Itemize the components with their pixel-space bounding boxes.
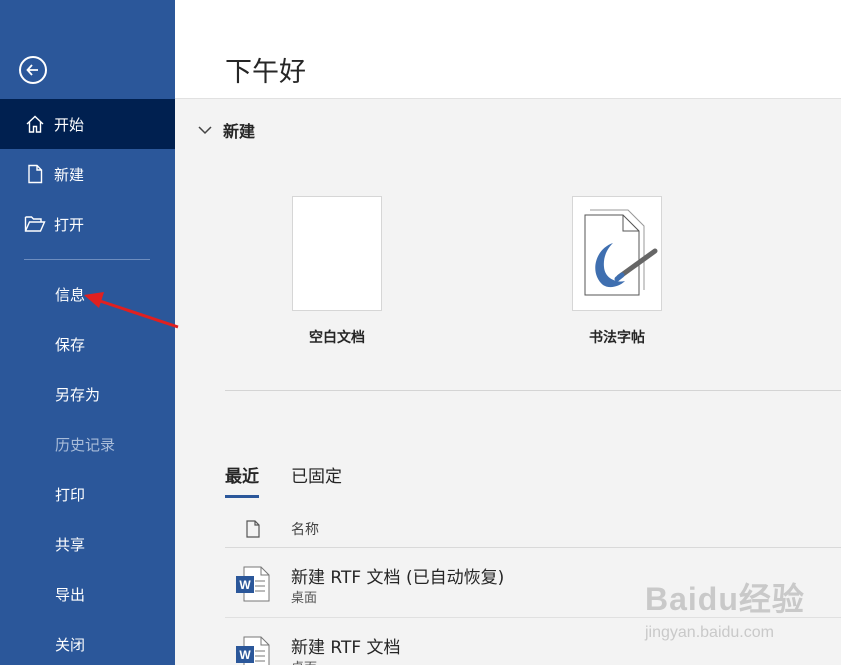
new-section-title: 新建 [223, 122, 256, 141]
file-type-icon [246, 519, 260, 538]
nav-new-label: 新建 [54, 165, 85, 184]
template-calligraphy[interactable]: 书法字帖 [572, 196, 662, 346]
nav-info-label: 信息 [55, 285, 86, 304]
file-name: 新建 RTF 文档 (已自动恢复) [291, 568, 505, 588]
svg-text:W: W [239, 648, 251, 662]
nav-share-label: 共享 [55, 535, 86, 554]
file-list-header: 名称 [225, 510, 841, 548]
nav-print[interactable]: 打印 [0, 469, 175, 519]
file-location: 桌面 [291, 591, 318, 606]
nav-home-label: 开始 [54, 115, 85, 134]
new-document-icon [24, 163, 46, 185]
calligraphy-brush-icon [584, 209, 658, 296]
svg-text:W: W [239, 578, 251, 592]
home-icon [24, 113, 46, 135]
nav-share[interactable]: 共享 [0, 519, 175, 569]
template-blank-document[interactable]: 空白文档 [292, 196, 382, 346]
nav-history-label: 历史记录 [55, 435, 116, 454]
section-divider [225, 390, 841, 391]
nav-save-label: 保存 [55, 335, 86, 354]
nav-save-as[interactable]: 另存为 [0, 369, 175, 419]
tab-recent[interactable]: 最近 [225, 462, 259, 498]
recent-tabs: 最近 已固定 [225, 462, 374, 498]
file-name: 新建 RTF 文档 [291, 638, 401, 658]
greeting-title: 下午好 [225, 57, 306, 88]
calligraphy-thumbnail [572, 196, 662, 311]
tab-pinned[interactable]: 已固定 [291, 462, 342, 498]
nav-export[interactable]: 导出 [0, 569, 175, 619]
recent-file-row[interactable]: W 新建 RTF 文档 桌面 [225, 619, 841, 665]
word-document-icon: W [236, 636, 270, 665]
column-name-header[interactable]: 名称 [291, 519, 319, 539]
nav-new[interactable]: 新建 [0, 149, 175, 199]
new-section-toggle[interactable]: 新建 [197, 118, 255, 142]
backstage-sidebar: 开始 新建 打开 信息 保存 另存为 历史记录 打印 共享 导出 关闭 [0, 0, 175, 665]
nav-open[interactable]: 打开 [0, 199, 175, 249]
nav-info[interactable]: 信息 [0, 269, 175, 319]
open-folder-icon [24, 213, 46, 235]
back-arrow-icon [26, 64, 38, 76]
greeting-bar: 下午好 [175, 0, 841, 99]
file-location: 桌面 [291, 657, 317, 665]
nav-home[interactable]: 开始 [0, 99, 175, 149]
word-document-icon: W [236, 566, 270, 602]
back-button[interactable] [19, 56, 47, 84]
nav-print-label: 打印 [55, 485, 86, 504]
sidebar-divider [24, 259, 150, 260]
row-divider [225, 617, 841, 618]
blank-document-thumbnail [292, 196, 382, 311]
template-name: 空白文档 [309, 330, 365, 346]
template-name: 书法字帖 [589, 330, 645, 346]
recent-file-row[interactable]: W 新建 RTF 文档 (已自动恢复) 桌面 [225, 549, 841, 617]
nav-export-label: 导出 [55, 585, 86, 604]
backstage-main: 下午好 新建 空白文档 书法字帖 最近 已固定 名称 W 新建 RTF 文档 (… [175, 0, 841, 665]
chevron-down-icon [198, 126, 212, 135]
nav-history[interactable]: 历史记录 [0, 419, 175, 469]
nav-open-label: 打开 [54, 215, 85, 234]
nav-save-as-label: 另存为 [55, 385, 101, 404]
nav-close[interactable]: 关闭 [0, 619, 175, 665]
nav-close-label: 关闭 [55, 635, 86, 654]
nav-save[interactable]: 保存 [0, 319, 175, 369]
